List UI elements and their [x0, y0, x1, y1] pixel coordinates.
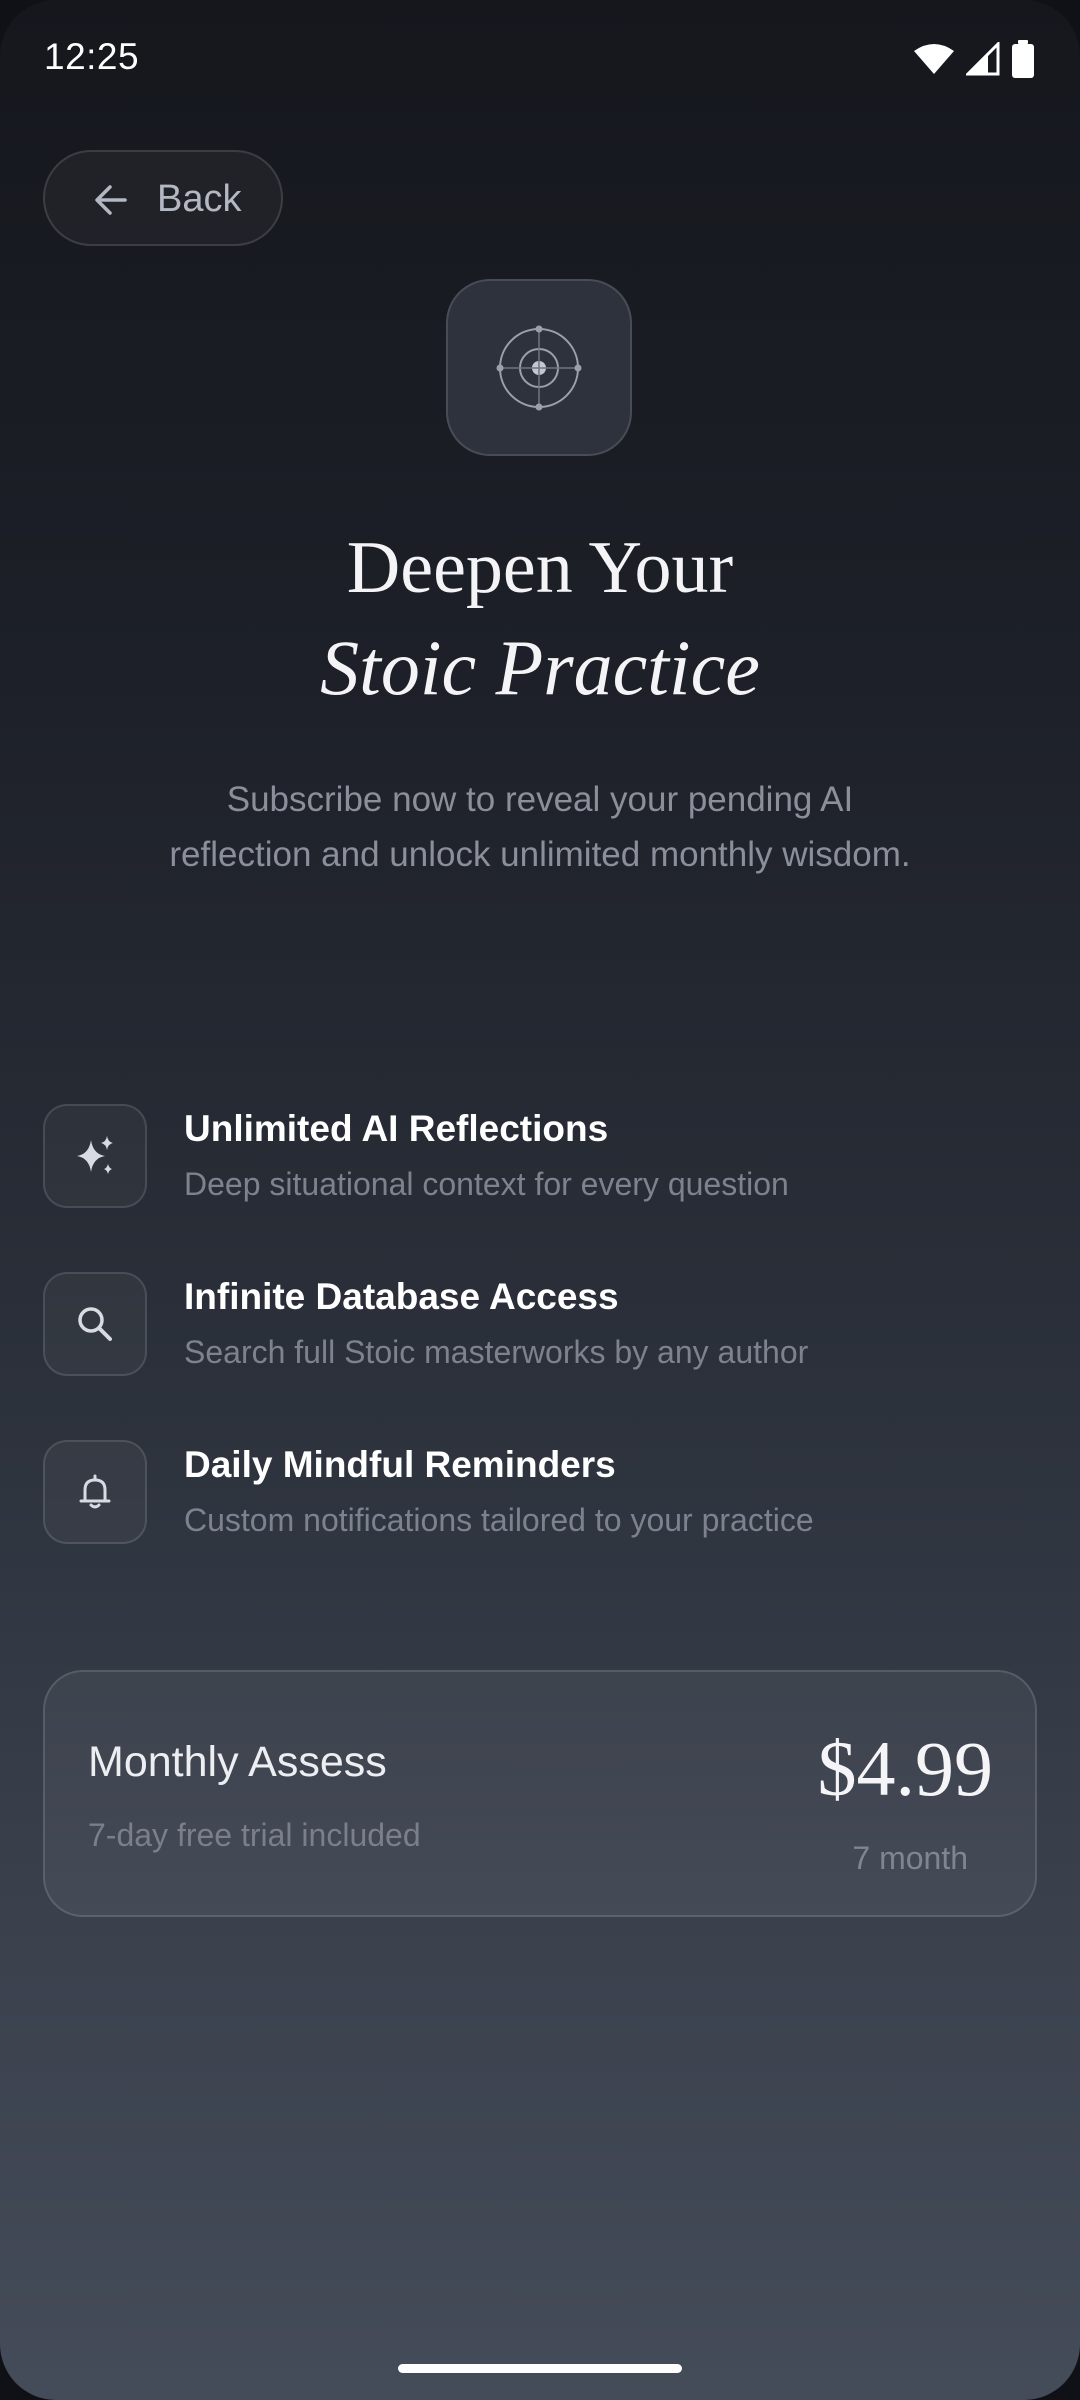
- plan-price: $4.99: [817, 1725, 994, 1812]
- title-line-1: Deepen Your: [346, 527, 734, 609]
- back-button-label: Back: [157, 178, 242, 220]
- page-title: Deepen Your Stoic Practice: [0, 520, 1080, 720]
- plan-period: 7 month: [852, 1840, 968, 1876]
- cellular-signal-icon: [966, 42, 1000, 76]
- feature-description: Custom notifications tailored to your pr…: [184, 1502, 814, 1538]
- feature-description: Deep situational context for every quest…: [184, 1166, 789, 1202]
- plan-name: Monthly Assess: [88, 1738, 387, 1786]
- wifi-icon: [914, 43, 954, 75]
- battery-icon: [1012, 40, 1034, 78]
- feature-description: Search full Stoic masterworks by any aut…: [184, 1334, 809, 1370]
- paywall-screen: 12:25 Back Deepen Your Stoic Practice Su…: [0, 0, 1080, 2400]
- feature-item-reminders: Daily Mindful Reminders Custom notificat…: [43, 1440, 1043, 1550]
- feature-title: Daily Mindful Reminders: [184, 1444, 616, 1485]
- plan-option-monthly[interactable]: Monthly Assess 7-day free trial included…: [43, 1670, 1037, 1917]
- feature-title: Unlimited AI Reflections: [184, 1108, 609, 1149]
- hero-icon-tile: [446, 279, 632, 456]
- status-bar: 12:25: [0, 0, 1080, 120]
- status-icons: [914, 40, 1034, 78]
- feature-item-ai-reflections: Unlimited AI Reflections Deep situationa…: [43, 1104, 1043, 1214]
- arrow-left-icon: [95, 185, 127, 215]
- page-subtitle: Subscribe now to reveal your pending AI …: [169, 780, 911, 874]
- sparkles-icon: [43, 1104, 147, 1208]
- feature-item-database-access: Infinite Database Access Search full Sto…: [43, 1272, 1043, 1382]
- title-line-2: Stoic Practice: [320, 624, 760, 711]
- status-time: 12:25: [44, 36, 140, 77]
- search-icon: [43, 1272, 147, 1376]
- bell-icon: [43, 1440, 147, 1544]
- home-indicator[interactable]: [398, 2364, 682, 2373]
- feature-title: Infinite Database Access: [184, 1276, 619, 1317]
- target-icon: [496, 325, 582, 410]
- plan-trial-note: 7-day free trial included: [88, 1817, 421, 1853]
- back-button[interactable]: Back: [43, 150, 283, 246]
